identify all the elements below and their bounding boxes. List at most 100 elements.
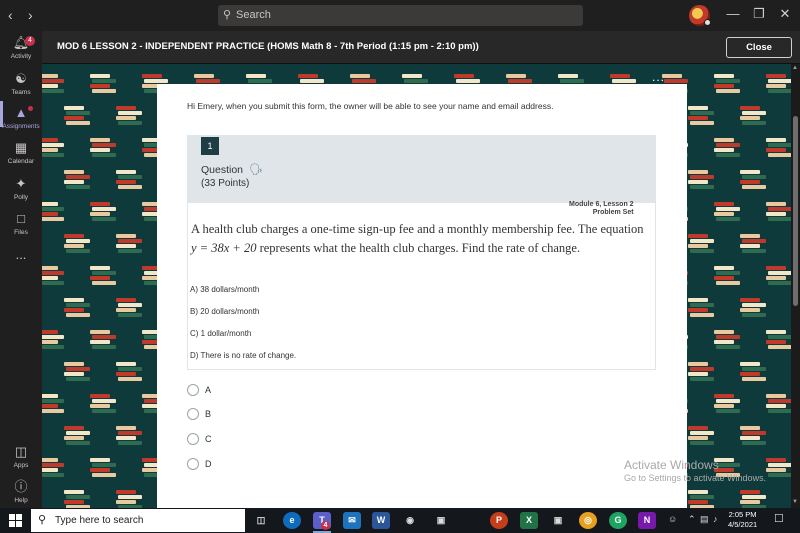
book-stack-decoration [42,458,64,478]
volume-icon[interactable]: ♪ [713,514,718,524]
rail-item-polly[interactable]: ✦ Polly [0,176,42,202]
book-stack-decoration [714,202,740,222]
rail-item-teams[interactable]: ☯ Teams [0,72,42,97]
image-option-c: C) 1 dollar/month [190,329,252,338]
search-icon: ⚲ [223,9,232,21]
powerpoint-icon[interactable]: P [490,512,508,529]
scrollbar[interactable]: ▲ ▼ [791,64,800,508]
scroll-down-icon[interactable]: ▼ [792,499,798,505]
taskbar: ⚲ Type here to search ◫ e T 4 ✉ W ◉ ▣ P … [0,508,800,533]
image-option-b: B) 20 dollars/month [190,307,260,316]
rail-item-apps[interactable]: ◫ Apps [0,444,42,470]
search-input[interactable]: ⚲ Search [218,5,583,26]
windows-start-icon[interactable] [9,514,22,527]
book-stack-decoration [90,458,116,478]
book-stack-decoration [688,298,714,318]
book-stack-decoration [688,426,714,446]
book-stack-decoration [90,74,116,94]
rail-item-assignments[interactable]: ▲ Assignments [0,105,42,131]
book-stack-decoration [688,234,714,254]
rail-label-polly: Polly [13,194,29,201]
book-stack-decoration [90,138,116,158]
book-stack-decoration [90,202,116,222]
onenote-icon[interactable]: N [638,512,656,529]
book-stack-decoration [116,234,142,254]
rail-label-apps: Apps [13,462,29,469]
excel-icon[interactable]: X [520,512,538,529]
minimize-icon[interactable]: — [725,6,741,21]
photos-icon[interactable]: ▣ [432,512,450,529]
book-stack-decoration [42,330,64,350]
people-icon[interactable]: ☺ [668,514,677,524]
clock-date: 4/5/2021 [728,520,758,529]
radio-button[interactable] [187,433,199,445]
image-header-line2: Problem Set [592,209,634,216]
store-icon[interactable]: ▣ [549,512,567,529]
book-stack-decoration [740,234,766,254]
assignments-icon: ▲ [14,105,28,120]
immersive-reader-icon[interactable]: 🗣︎ [249,163,263,176]
rail-label-help: Help [14,497,28,504]
google-g-icon[interactable]: G [609,512,627,529]
title-bar: ‹ › ⚲ Search — ❐ ✕ [0,0,800,31]
maximize-icon[interactable]: ❐ [751,6,767,22]
rail-item-files[interactable]: □ Files [0,212,42,237]
book-stack-decoration [116,170,142,190]
question-number: 1 [201,137,219,155]
rail-item-help[interactable]: ⓘ Help [0,480,42,505]
activation-watermark-title: Activate Windows [624,458,719,472]
book-stack-decoration [90,266,116,286]
back-icon[interactable]: ‹ [8,7,13,23]
privacy-notice: Hi Emery, when you submit this form, the… [187,101,554,111]
book-stack-decoration [42,266,64,286]
question-text-after: represents what the health club charges.… [256,241,581,255]
book-stack-decoration [766,74,792,94]
word-icon[interactable]: W [372,512,390,529]
mail-icon[interactable]: ✉ [343,512,361,529]
question-header: 1 Question 🗣︎ (33 Points) [188,136,655,203]
image-header-line1: Module 6, Lesson 2 [569,201,634,208]
notifications-icon[interactable]: ☐ [774,512,784,525]
polly-icon: ✦ [15,176,27,191]
taskbar-search-input[interactable]: ⚲ Type here to search [31,509,245,532]
book-stack-decoration [116,298,142,318]
scroll-up-icon[interactable]: ▲ [792,65,798,71]
book-stack-decoration [688,106,714,126]
book-stack-decoration [688,170,714,190]
book-stack-decoration [714,266,740,286]
book-stack-decoration [740,298,766,318]
apps-icon: ◫ [14,444,28,459]
rail-label-files: Files [14,229,28,236]
camera-icon[interactable]: ◉ [401,512,419,529]
radio-button[interactable] [187,384,199,396]
close-icon[interactable]: ✕ [777,6,793,22]
question-image: Module 6, Lesson 2 Problem Set A health … [188,201,655,369]
book-stack-decoration [116,106,142,126]
edge-icon[interactable]: e [283,512,301,529]
book-stack-decoration [740,362,766,382]
image-option-d: D) There is no rate of change. [190,351,297,360]
book-stack-decoration [766,202,792,222]
teams-taskbar-badge: 4 [321,521,330,530]
radio-button[interactable] [187,408,199,420]
question-text: A health club charges a one-time sign-up… [191,220,646,258]
book-stack-decoration [714,330,740,350]
page-title: MOD 6 LESSON 2 - INDEPENDENT PRACTICE (H… [57,41,479,52]
taskbar-search-placeholder: Type here to search [55,515,144,526]
task-view-icon[interactable]: ◫ [252,512,270,529]
rail-label-activity: Activity [10,53,32,60]
radio-button[interactable] [187,458,199,470]
chrome-icon[interactable]: ◎ [579,512,597,529]
more-options-icon[interactable]: ... [652,70,665,84]
book-stack-decoration [90,394,116,414]
close-button[interactable]: Close [726,37,792,58]
forward-icon[interactable]: › [28,7,33,23]
scroll-thumb[interactable] [793,116,798,306]
system-clock[interactable]: 2:05 PM 4/5/2021 [728,510,757,530]
show-hidden-icons-icon[interactable]: ⌃ [688,514,696,525]
question-points: (33 Points) [201,178,250,189]
rail-item-more[interactable]: ... [0,248,42,262]
rail-item-calendar[interactable]: ▦ Calendar [0,141,42,166]
rail-item-activity[interactable]: 🔔︎ 4 Activity [0,36,42,60]
network-icon[interactable]: ▤ [700,514,709,525]
